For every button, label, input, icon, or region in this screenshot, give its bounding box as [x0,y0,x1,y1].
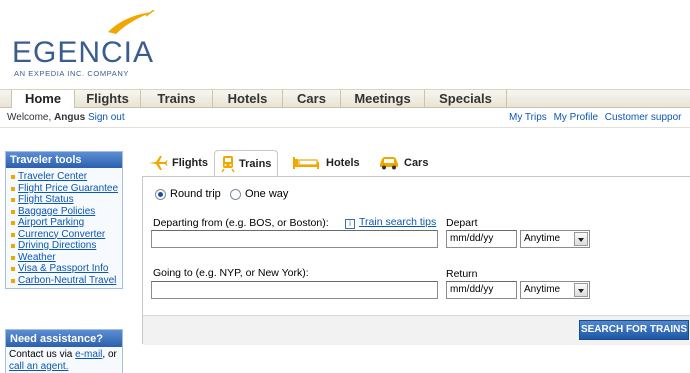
one-way-radio-indicator[interactable] [230,188,241,200]
tool-link-driving-directions[interactable]: Driving Directions [6,240,122,252]
one-way-label: One way [245,188,289,200]
sign-out-link[interactable]: Sign out [88,112,125,123]
nav-meetings[interactable]: Meetings [341,90,425,109]
tab-trains[interactable]: Trains [214,150,279,177]
train-search-tips-link[interactable]: Train search tips [359,216,436,228]
tool-link-airport-parking[interactable]: Airport Parking [6,217,122,229]
return-time-value: Anytime [524,284,561,295]
round-trip-radio-indicator[interactable] [155,188,166,200]
tab-cars-label: Cars [404,157,429,169]
round-trip-label: Round trip [170,188,221,200]
bed-icon [293,157,319,169]
tool-link-baggage-policies[interactable]: Baggage Policies [6,206,122,218]
welcome-prefix: Welcome, [7,112,52,123]
assistance-suffix: , or [102,349,117,360]
assistance-text: Contact us via e-mail, or call an agent. [6,347,122,373]
plane-icon [149,156,168,170]
brand-tagline: AN EXPEDIA INC. COMPANY [14,69,129,78]
nav-flights[interactable]: Flights [75,90,141,109]
tab-hotels-label: Hotels [326,157,360,169]
my-profile-link[interactable]: My Profile [554,112,598,123]
swoosh-logo-mark [108,10,155,34]
depart-time-select[interactable]: Anytime [520,230,590,248]
egencia-logo[interactable]: EGENCIA AN EXPEDIA INC. COMPANY [8,8,168,78]
welcome-user: Angus [54,112,86,123]
tab-flights[interactable]: Flights [148,150,208,176]
return-label: Return [446,268,478,280]
return-time-select[interactable]: Anytime [520,281,590,299]
one-way-radio[interactable]: One way [230,188,288,200]
search-tabs: Flights Trains Hotels Cars [142,150,690,177]
assistance-box: Need assistance? Contact us via e-mail, … [5,329,123,373]
tab-trains-label: Trains [239,158,272,170]
assistance-title: Need assistance? [6,330,122,347]
tool-link-traveler-center[interactable]: Traveler Center [6,171,122,183]
nav-specials[interactable]: Specials [425,90,507,109]
departing-from-input[interactable] [151,230,438,248]
tab-flights-label: Flights [172,157,209,169]
tool-link-flight-price-guarantee[interactable]: Flight Price Guarantee [6,183,122,195]
car-icon [380,157,398,170]
assistance-prefix: Contact us via [9,349,73,360]
going-label: Going to (e.g. NYP, or New York): [153,267,309,279]
tool-link-carbon-neutral[interactable]: Carbon-Neutral Travel [6,275,122,287]
chevron-down-icon[interactable] [574,232,588,246]
tool-link-currency-converter[interactable]: Currency Converter [6,229,122,241]
depart-time-value: Anytime [524,233,561,244]
nav-home[interactable]: Home [11,90,75,110]
my-trips-link[interactable]: My Trips [509,112,547,123]
tab-hotels[interactable]: Hotels [292,150,360,176]
top-links: My Trips My Profile Customer suppor [509,112,686,123]
tool-link-weather[interactable]: Weather [6,252,122,264]
email-link[interactable]: e-mail [75,349,102,360]
nav-cars[interactable]: Cars [283,90,341,109]
tool-link-flight-status[interactable]: Flight Status [6,194,122,206]
traveler-tools-box: Traveler tools Traveler Center Flight Pr… [5,151,123,289]
welcome-message: Welcome, Angus Sign out [7,112,125,123]
traveler-tools-list: Traveler Center Flight Price Guarantee F… [6,168,122,288]
main-nav: Home Flights Trains Hotels Cars Meetings… [0,89,690,110]
return-date-input[interactable]: mm/dd/yy [446,281,517,299]
chevron-down-icon[interactable] [574,283,588,297]
round-trip-radio[interactable]: Round trip [155,188,221,200]
tool-link-visa-passport[interactable]: Visa & Passport Info [6,263,122,275]
train-search-tips[interactable]: i Train search tips [345,216,436,229]
train-icon [221,156,235,173]
departing-label: Departing from (e.g. BOS, or Boston): [153,217,329,229]
train-search-panel: Round trip One way Departing from (e.g. … [142,176,690,345]
nav-hotels[interactable]: Hotels [213,90,283,109]
call-agent-link[interactable]: call an agent. [9,361,69,372]
brand-name: EGENCIA [12,36,155,69]
going-to-input[interactable] [151,281,438,299]
depart-date-input[interactable]: mm/dd/yy [446,230,517,248]
depart-label: Depart [446,217,478,229]
traveler-tools-title: Traveler tools [6,152,122,168]
search-bar: SEARCH FOR TRAINS [143,315,690,345]
search-for-trains-button[interactable]: SEARCH FOR TRAINS [579,320,689,340]
customer-support-link[interactable]: Customer suppor [605,112,682,123]
info-icon: i [345,219,355,229]
nav-trains[interactable]: Trains [141,90,213,109]
tab-cars[interactable]: Cars [378,150,428,176]
welcome-bar: Welcome, Angus Sign out My Trips My Prof… [0,108,690,128]
